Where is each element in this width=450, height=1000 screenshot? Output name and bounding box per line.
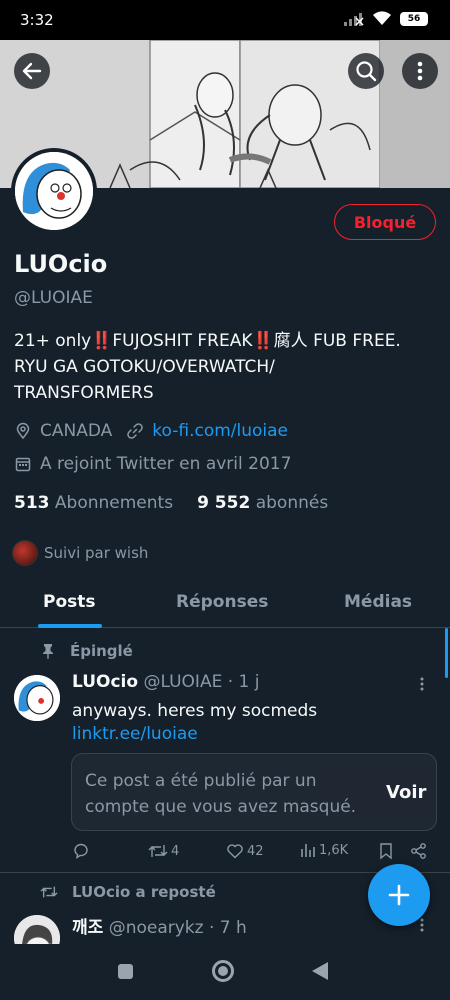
plus-icon: [388, 884, 410, 906]
active-tab-indicator: [38, 624, 102, 628]
pinned-label: Épinglé: [42, 642, 133, 660]
repost-count: 4: [171, 843, 180, 859]
following-label: Abonnements: [54, 493, 174, 513]
follow-counts: 513 Abonnements 9 552 abonnés: [14, 493, 328, 513]
back-button[interactable]: [14, 53, 50, 89]
view-hidden-post-button[interactable]: Voir: [386, 782, 426, 803]
views-count: 1,6K: [319, 842, 349, 858]
tweet-header: 깨조 @noearykz · 7 h: [72, 913, 247, 938]
recent-apps-button[interactable]: [118, 964, 133, 979]
repost-icon: [40, 886, 58, 898]
tweet-link[interactable]: linktr.ee/luoiae: [72, 724, 198, 744]
profile-location: CANADA: [40, 421, 113, 441]
repost-button[interactable]: 4: [148, 842, 179, 860]
tweet-author-name[interactable]: 깨조: [72, 918, 103, 938]
hidden-quote-notice: Ce post a été publié par un compte que v…: [85, 771, 357, 817]
more-vertical-icon: [420, 677, 424, 691]
tab-replies[interactable]: Réponses: [176, 592, 268, 612]
calendar-icon: [15, 457, 31, 472]
following-count: 513: [14, 493, 50, 513]
repost-context: LUOcio a reposté: [40, 883, 216, 901]
tweet-header: LUOcio @LUOIAE · 1 j: [72, 672, 259, 692]
follower-avatar: [12, 540, 38, 566]
blocked-button[interactable]: Bloqué: [334, 204, 436, 240]
share-icon: [411, 843, 426, 859]
tab-posts[interactable]: Posts: [43, 592, 96, 612]
reply-icon: [74, 843, 88, 859]
location-pin-icon: [16, 422, 30, 440]
profile-meta-row: CANADA ko-fi.com/luoiae: [14, 421, 288, 441]
profile-tabs: Posts Réponses Médias: [0, 580, 450, 628]
profile-bio: 21+ only‼️FUJOSHIT FREAK‼️腐人 FUB FREE. R…: [14, 331, 401, 403]
reply-button[interactable]: [72, 842, 90, 860]
hidden-quote-box: Ce post a été publié par un compte que v…: [71, 753, 437, 831]
repost-context-text: LUOcio a reposté: [72, 883, 216, 901]
link-icon: [127, 423, 144, 439]
tweet-more-button[interactable]: [420, 675, 424, 696]
status-time: 3:32: [20, 11, 54, 29]
tweet-handle-time: @LUOIAE · 1 j: [143, 672, 260, 692]
views-icon: [301, 844, 315, 857]
tweet-avatar[interactable]: [14, 675, 60, 721]
more-vertical-icon: [420, 918, 424, 932]
profile-joined: A rejoint Twitter en avril 2017: [40, 454, 292, 474]
profile-join-row: A rejoint Twitter en avril 2017: [14, 454, 291, 474]
search-icon: [356, 61, 377, 82]
wifi-icon: [373, 11, 391, 25]
system-back-button[interactable]: [312, 962, 328, 980]
status-icons: 56: [344, 11, 428, 26]
profile-website-link[interactable]: ko-fi.com/luoiae: [152, 421, 288, 441]
compose-post-button[interactable]: [368, 864, 430, 926]
tweet-handle-time: @noearykz · 7 h: [108, 918, 247, 938]
followers-count: 9 552: [197, 493, 251, 513]
like-button[interactable]: 42: [226, 842, 264, 860]
followed-by-text: Suivi par wish: [44, 544, 149, 562]
bookmark-button[interactable]: [378, 842, 394, 860]
followers-label: abonnés: [255, 493, 329, 513]
more-options-button[interactable]: [402, 53, 438, 89]
home-button[interactable]: [212, 960, 234, 982]
tweet-author-name[interactable]: LUOcio: [72, 672, 138, 692]
tweet-actions: 4 42 1,6K: [72, 842, 432, 862]
profile-name: LUOcio: [14, 250, 108, 278]
pinned-text: Épinglé: [70, 642, 133, 660]
following-link[interactable]: 513 Abonnements: [14, 493, 173, 513]
battery-icon: 56: [400, 11, 428, 26]
views-button[interactable]: 1,6K: [300, 842, 348, 858]
heart-icon: [227, 844, 243, 859]
like-count: 42: [247, 843, 264, 859]
followed-by[interactable]: Suivi par wish: [12, 540, 148, 566]
scrollbar[interactable]: [445, 628, 448, 678]
more-vertical-icon: [417, 61, 423, 81]
pin-icon: [43, 644, 53, 659]
back-arrow-icon: [22, 62, 42, 80]
tab-media[interactable]: Médias: [344, 592, 412, 612]
status-bar: 3:32 56: [0, 0, 450, 40]
system-nav-bar: [0, 944, 450, 1000]
search-button[interactable]: [348, 53, 384, 89]
battery-level: 56: [407, 13, 421, 24]
followers-link[interactable]: 9 552 abonnés: [197, 493, 328, 513]
profile-avatar[interactable]: [11, 148, 97, 234]
bookmark-icon: [380, 843, 392, 860]
repost-icon: [148, 845, 168, 857]
signal-icon: [344, 12, 364, 26]
tweet-more-button[interactable]: [420, 916, 424, 937]
share-button[interactable]: [410, 842, 428, 860]
profile-handle: @LUOIAE: [14, 288, 93, 308]
tweet-text: anyways. heres my socmeds: [72, 701, 318, 721]
avatar-image: [15, 152, 93, 230]
